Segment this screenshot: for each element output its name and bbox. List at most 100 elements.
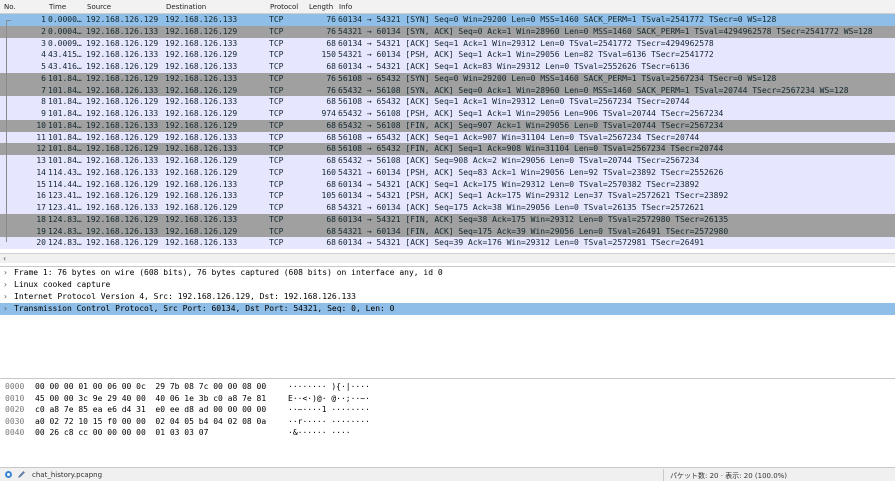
packet-row[interactable]: 9 101.84… 192.168.126.133 192.168.126.129 TC… <box>0 108 895 120</box>
bytes-ascii[interactable]: ··~····1 ········ <box>288 404 370 416</box>
packet-bytes-pane[interactable]: 0000 00 00 00 01 00 06 00 0c 29 7b 08 7c … <box>0 378 895 466</box>
expand-arrow-icon[interactable]: › <box>3 279 8 291</box>
bytes-ascii[interactable]: ·&······ ···· <box>288 427 351 439</box>
packet-row[interactable]: 2 0.0004… 192.168.126.133 192.168.126.129 TC… <box>0 25 895 38</box>
packet-time: 101.84… <box>48 120 82 130</box>
packet-row[interactable]: 17 123.41… 192.168.126.133 192.168.126.129 T… <box>0 202 895 214</box>
packet-destination: 192.168.126.129 <box>165 203 238 212</box>
scroll-left-icon[interactable]: ‹ <box>3 254 6 263</box>
packet-row[interactable]: 10 101.84… 192.168.126.133 192.168.126.129 T… <box>0 119 895 132</box>
detail-tree-item[interactable]: › Frame 1: 76 bytes on wire (608 bits), 7… <box>0 267 895 279</box>
packet-row[interactable]: 20 124.83… 192.168.126.129 192.168.126.133 T… <box>0 237 895 249</box>
packet-row[interactable]: 7 101.84… 192.168.126.133 192.168.126.129 TC… <box>0 84 895 97</box>
packet-row[interactable]: 15 114.44… 192.168.126.129 192.168.126.133 T… <box>0 178 895 191</box>
packet-time: 101.84… <box>48 85 82 95</box>
bytes-ascii[interactable]: ········ ){·|···· <box>288 381 370 393</box>
packet-time: 123.41… <box>48 191 82 201</box>
packet-length: 76 <box>326 26 336 36</box>
packet-protocol: TCP <box>269 156 284 165</box>
bytes-hex[interactable]: 00 00 00 01 00 06 00 0c 29 7b 08 7c 00 0… <box>35 381 266 393</box>
detail-tree-item[interactable]: › Transmission Control Protocol, Src Port… <box>0 303 895 315</box>
packet-row[interactable]: 12 101.84… 192.168.126.129 192.168.126.133 T… <box>0 143 895 155</box>
packet-row[interactable]: 16 123.41… 192.168.126.129 192.168.126.133 T… <box>0 190 895 202</box>
packet-protocol: TCP <box>269 167 284 177</box>
column-header-time[interactable]: Time <box>49 3 66 11</box>
packet-row[interactable]: 1 0.0000… 192.168.126.129 192.168.126.133 TC… <box>0 14 895 26</box>
packet-protocol: TCP <box>269 97 284 107</box>
packet-protocol: TCP <box>269 203 284 212</box>
packet-source: 192.168.126.129 <box>86 15 159 24</box>
detail-tree-item[interactable]: › Linux cooked capture <box>0 279 895 291</box>
bytes-hex[interactable]: 45 00 00 3c 9e 29 40 00 40 06 1e 3b c0 a… <box>35 393 266 405</box>
bytes-offset[interactable]: 0040 <box>5 427 24 439</box>
edit-comment-icon[interactable] <box>17 470 26 479</box>
bytes-offset[interactable]: 0000 <box>5 381 24 393</box>
bytes-offset[interactable]: 0020 <box>5 404 24 416</box>
detail-tree-item[interactable]: › Internet Protocol Version 4, Src: 192.1… <box>0 291 895 303</box>
packet-destination: 192.168.126.129 <box>165 226 238 236</box>
packet-protocol: TCP <box>269 226 284 236</box>
packet-row[interactable]: 6 101.84… 192.168.126.129 192.168.126.133 TC… <box>0 72 895 85</box>
bytes-row: 0000 00 00 00 01 00 06 00 0c 29 7b 08 7c … <box>0 381 895 393</box>
bytes-row: 0040 00 26 c8 cc 00 00 00 00 01 03 03 07 ·… <box>0 427 895 439</box>
expand-arrow-icon[interactable]: › <box>3 267 8 279</box>
column-header-no[interactable]: No. <box>4 3 16 11</box>
packet-length: 68 <box>326 214 336 224</box>
detail-text: Frame 1: 76 bytes on wire (608 bits), 76… <box>14 268 443 277</box>
packet-row[interactable]: 18 124.83… 192.168.126.129 192.168.126.133 T… <box>0 213 895 226</box>
column-header-source[interactable]: Source <box>87 3 111 11</box>
packet-source: 192.168.126.129 <box>86 97 159 107</box>
packet-row[interactable]: 11 101.84… 192.168.126.129 192.168.126.133 T… <box>0 131 895 144</box>
column-header-protocol[interactable]: Protocol <box>270 3 298 11</box>
column-header-length[interactable]: Length <box>309 3 333 11</box>
packet-length: 68 <box>326 120 336 130</box>
packet-length: 68 <box>326 179 336 189</box>
bytes-offset[interactable]: 0030 <box>5 416 24 428</box>
packet-row[interactable]: 8 101.84… 192.168.126.129 192.168.126.133 TC… <box>0 96 895 108</box>
packet-info: 60134 → 54321 [ACK] Seq=1 Ack=83 Win=293… <box>338 62 690 71</box>
bytes-offset[interactable]: 0010 <box>5 393 24 405</box>
packet-source: 192.168.126.129 <box>86 62 159 71</box>
packet-info: 54321 → 60134 [PSH, ACK] Seq=83 Ack=1 Wi… <box>338 167 724 177</box>
packet-time: 124.83… <box>48 214 82 224</box>
packet-protocol: TCP <box>269 109 284 118</box>
packet-info: 54321 → 60134 [SYN, ACK] Seq=0 Ack=1 Win… <box>338 26 873 36</box>
packet-source: 192.168.126.129 <box>86 132 159 142</box>
status-ready-icon[interactable] <box>4 470 13 479</box>
packet-row[interactable]: 19 124.83… 192.168.126.133 192.168.126.129 T… <box>0 225 895 238</box>
bytes-ascii[interactable]: E··<·)@· @··;··~· <box>288 393 370 405</box>
expand-arrow-icon[interactable]: › <box>3 291 8 303</box>
packet-source: 192.168.126.133 <box>86 203 159 212</box>
bytes-ascii[interactable]: ··r····· ········ <box>288 416 370 428</box>
packet-time: 101.84… <box>48 132 82 142</box>
packet-destination: 192.168.126.129 <box>165 109 238 118</box>
packet-length: 68 <box>326 226 336 236</box>
packet-length: 68 <box>326 238 336 248</box>
packet-protocol: TCP <box>269 15 284 24</box>
packet-list-hscrollbar[interactable]: ‹ <box>0 253 895 263</box>
packet-time: 43.416… <box>48 62 82 71</box>
packet-destination: 192.168.126.133 <box>165 15 238 24</box>
packet-list-pane[interactable]: No. Time Source Destination Protocol Len… <box>0 0 895 258</box>
packet-row[interactable]: 13 101.84… 192.168.126.133 192.168.126.129 T… <box>0 155 895 167</box>
column-header-destination[interactable]: Destination <box>166 3 206 11</box>
packet-info: 60134 → 54321 [SYN] Seq=0 Win=29200 Len=… <box>338 15 777 24</box>
status-separator <box>663 469 664 481</box>
packet-time: 101.84… <box>48 156 82 165</box>
bytes-hex[interactable]: 00 26 c8 cc 00 00 00 00 01 03 03 07 <box>35 427 208 439</box>
bytes-row: 0010 45 00 00 3c 9e 29 40 00 40 06 1e 3b … <box>0 393 895 405</box>
packet-row[interactable]: 5 43.416… 192.168.126.129 192.168.126.133 TC… <box>0 61 895 73</box>
packet-row[interactable]: 14 114.43… 192.168.126.133 192.168.126.129 T… <box>0 166 895 179</box>
packet-row[interactable]: 3 0.0009… 192.168.126.129 192.168.126.133 TC… <box>0 37 895 50</box>
packet-row[interactable]: 4 43.415… 192.168.126.133 192.168.126.129 TC… <box>0 49 895 61</box>
bytes-row: 0020 c0 a8 7e 85 ea e6 d4 31 e0 ee d8 ad … <box>0 404 895 416</box>
packet-length: 68 <box>326 144 336 154</box>
bytes-hex[interactable]: c0 a8 7e 85 ea e6 d4 31 e0 ee d8 ad 00 0… <box>35 404 266 416</box>
bytes-hex[interactable]: a0 02 72 10 15 f0 00 00 02 04 05 b4 04 0… <box>35 416 266 428</box>
packet-info: 60134 → 54321 [PSH, ACK] Seq=1 Ack=175 W… <box>338 191 729 201</box>
packet-info: 56108 → 65432 [FIN, ACK] Seq=1 Ack=908 W… <box>338 144 724 154</box>
packet-details-pane[interactable]: › Frame 1: 76 bytes on wire (608 bits), 7… <box>0 266 895 376</box>
packet-protocol: TCP <box>269 191 284 201</box>
expand-arrow-icon[interactable]: › <box>3 303 8 315</box>
column-header-info[interactable]: Info <box>339 3 352 11</box>
